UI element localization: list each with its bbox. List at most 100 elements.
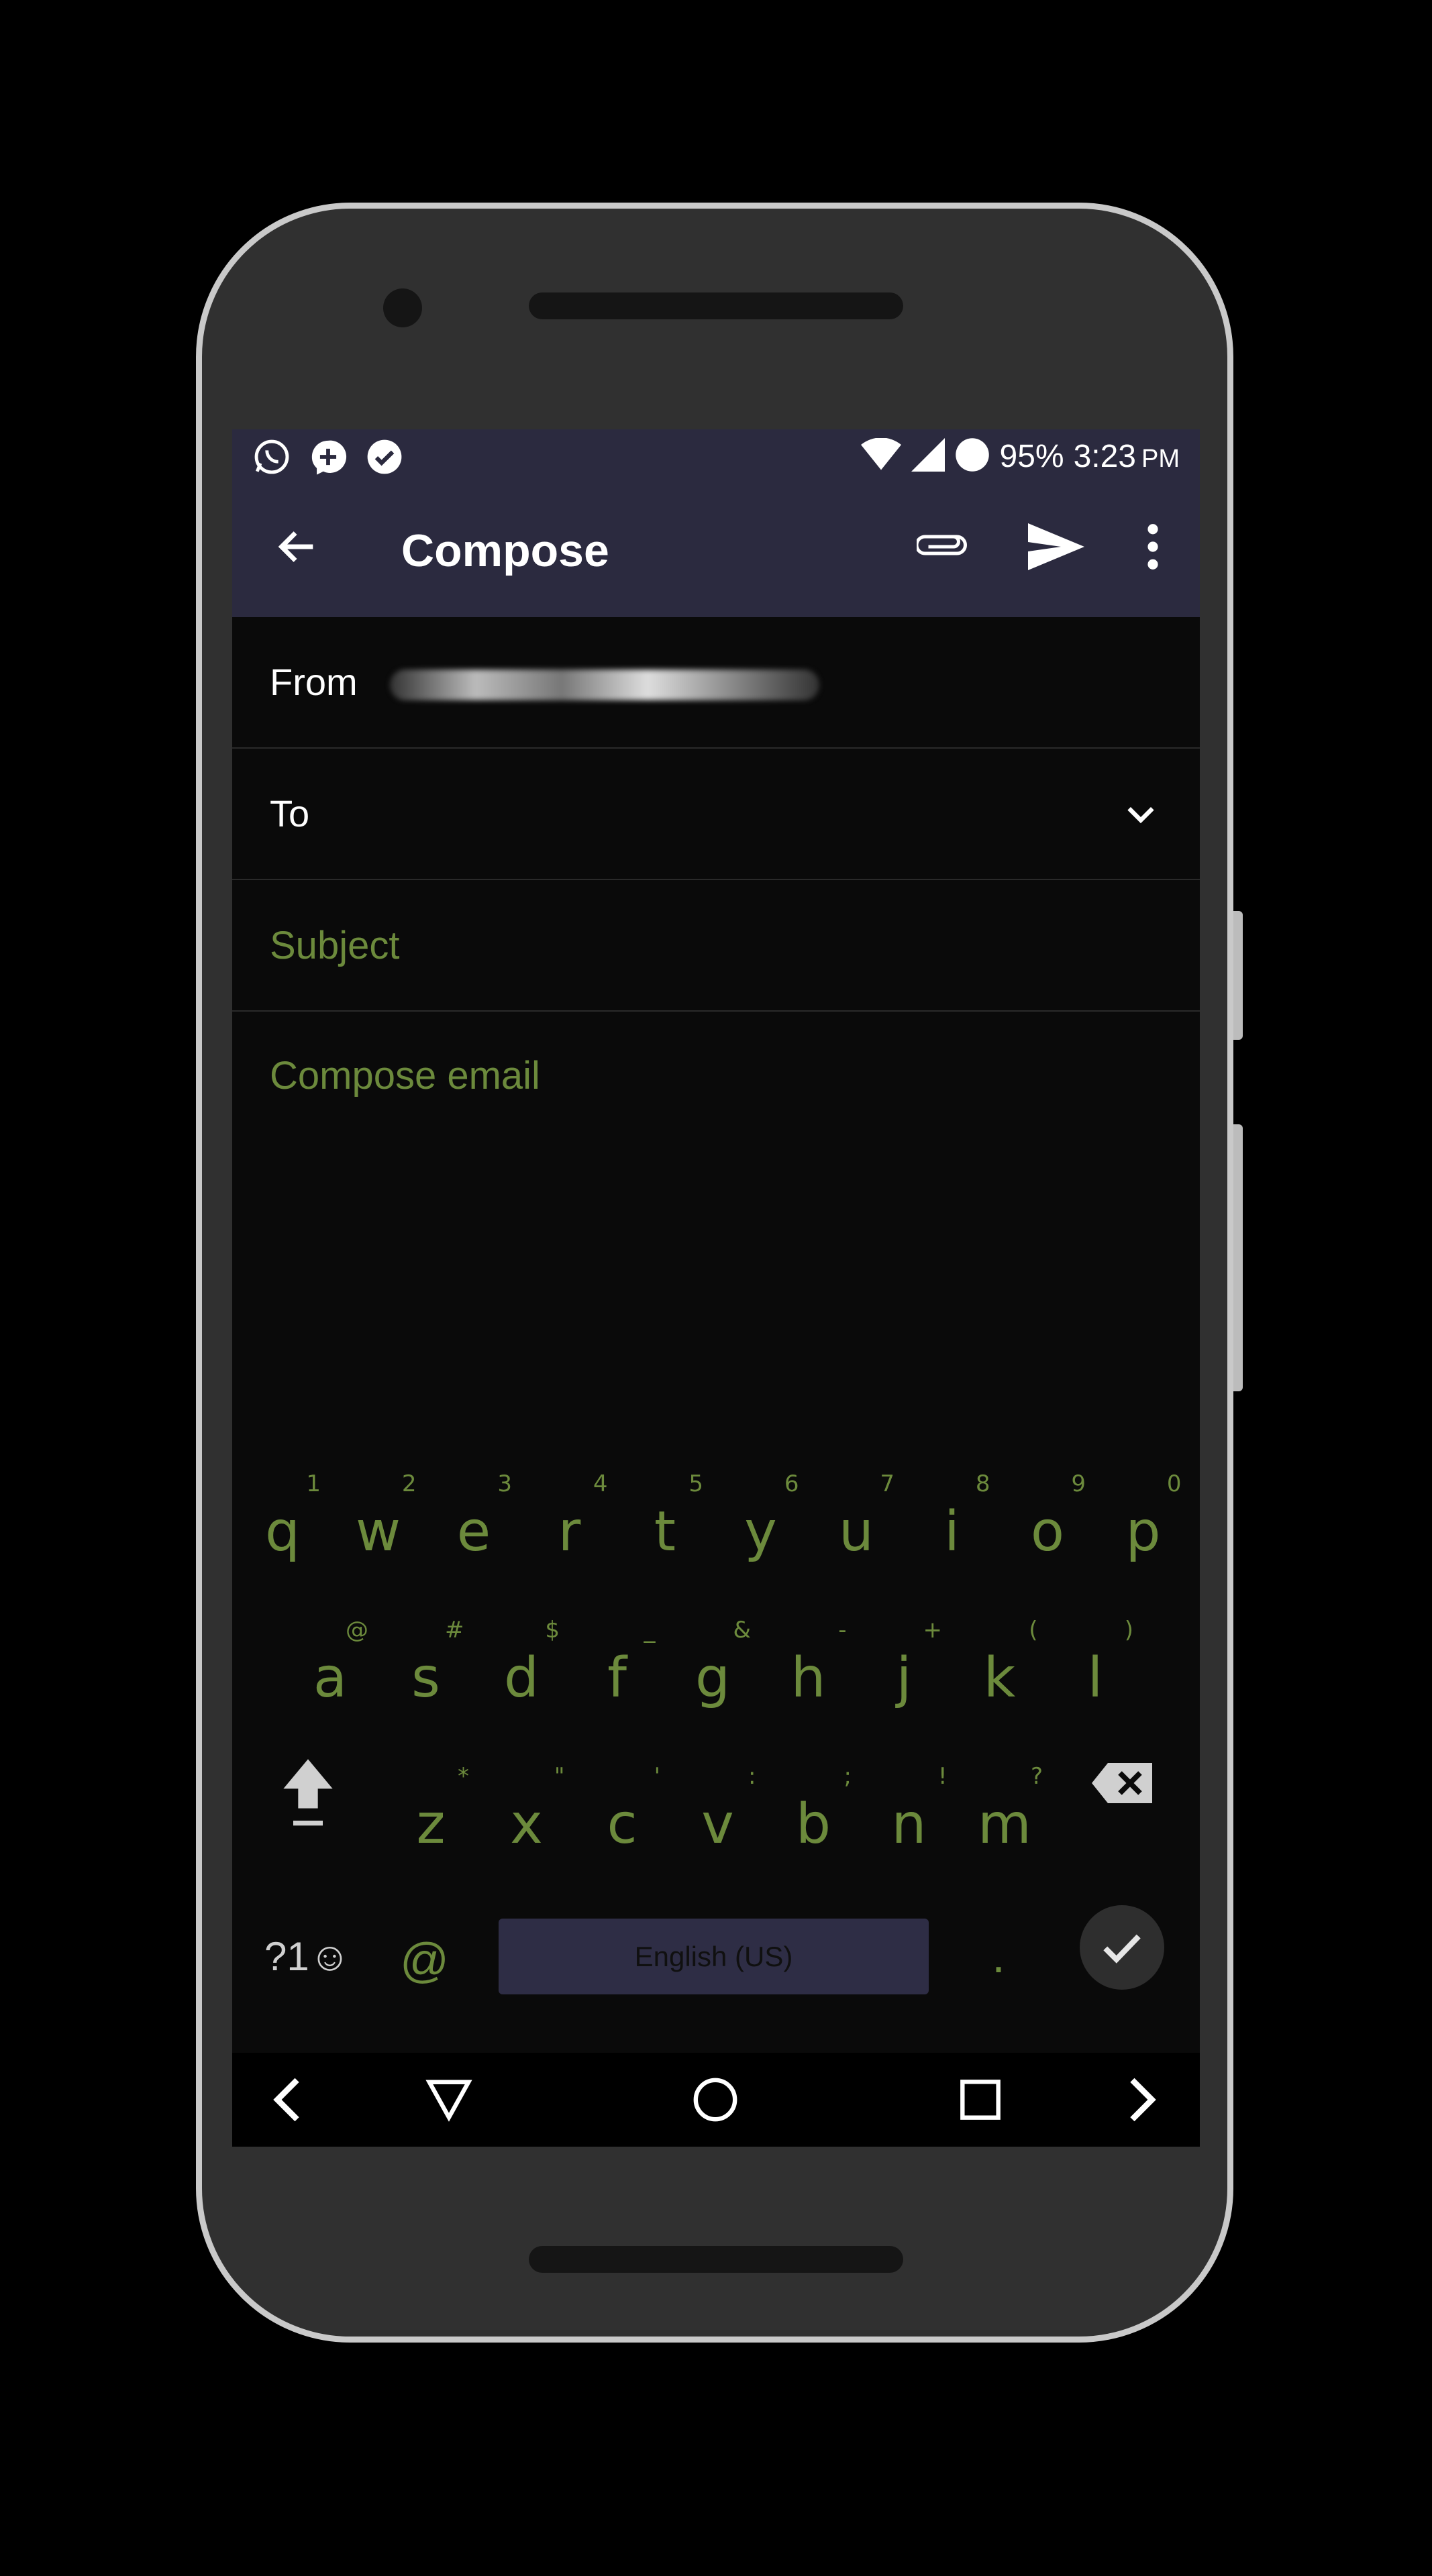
key-p[interactable]: 0p xyxy=(1100,1456,1187,1590)
from-address-redacted xyxy=(390,669,819,700)
key-label: s xyxy=(411,1646,440,1710)
key-d[interactable]: $ d xyxy=(478,1602,565,1736)
chevron-down-icon[interactable] xyxy=(1123,797,1158,832)
cell-signal-icon xyxy=(911,437,945,475)
volume-button xyxy=(1233,1124,1243,1391)
soft-keyboard: 1q2w3e4r5t6y7u8i9o0p @ a # s $ d _ f & g - h + j(k) l … xyxy=(232,1456,1200,2053)
chat-plus-icon xyxy=(309,437,348,476)
key-m[interactable]: ? m xyxy=(961,1748,1048,1882)
cursor-right-button[interactable] xyxy=(1109,2066,1176,2133)
recents-square-icon xyxy=(960,2080,1001,2120)
cursor-left-button[interactable] xyxy=(254,2066,321,2133)
shift-key[interactable] xyxy=(271,1744,345,1838)
symbols-key[interactable]: ?1☺ xyxy=(264,1933,350,1980)
more-options-button[interactable] xyxy=(1116,510,1190,584)
back-triangle-icon xyxy=(425,2080,472,2122)
key-y[interactable]: 6y xyxy=(717,1456,805,1590)
key-label: x xyxy=(510,1792,543,1856)
clock-time: 3:23 xyxy=(1073,438,1136,474)
clock-ampm: PM xyxy=(1141,444,1180,473)
check-circle-icon xyxy=(365,437,404,476)
key-b[interactable]: ; b xyxy=(770,1748,857,1882)
period-key[interactable]: . xyxy=(992,1929,1005,1984)
key-o[interactable]: 9o xyxy=(1004,1456,1091,1590)
key-hint: 2 xyxy=(401,1470,417,1497)
key-label: o xyxy=(1030,1500,1065,1564)
key-u[interactable]: 7u xyxy=(813,1456,900,1590)
key-hint: 0 xyxy=(1166,1470,1182,1497)
key-h[interactable]: -h xyxy=(765,1602,852,1736)
key-label: m xyxy=(978,1792,1031,1856)
key-hint: _ xyxy=(644,1617,656,1644)
key-r[interactable]: 4r xyxy=(526,1456,613,1590)
navigation-bar xyxy=(232,2053,1200,2147)
clock: 3:23 PM xyxy=(1074,438,1180,475)
key-hint: ) xyxy=(1124,1617,1133,1644)
back-button[interactable] xyxy=(260,510,334,584)
to-row[interactable]: To xyxy=(232,749,1200,880)
send-icon xyxy=(1028,523,1084,570)
nav-home-button[interactable] xyxy=(682,2066,749,2133)
key-k[interactable]: (k xyxy=(956,1602,1043,1736)
key-hint: 5 xyxy=(688,1470,703,1497)
at-key[interactable]: @ xyxy=(400,1933,449,1988)
nav-back-button[interactable] xyxy=(415,2066,482,2133)
key-j[interactable]: + j xyxy=(860,1602,948,1736)
attach-icon xyxy=(917,535,967,555)
key-label: y xyxy=(744,1500,777,1564)
key-label: i xyxy=(944,1500,960,1564)
key-hint: @ xyxy=(346,1617,368,1644)
earpiece-speaker xyxy=(529,292,903,319)
key-w[interactable]: 2w xyxy=(335,1456,422,1590)
key-label: z xyxy=(416,1792,446,1856)
from-row[interactable]: From xyxy=(232,617,1200,749)
key-hint: + xyxy=(923,1617,943,1644)
key-hint: ? xyxy=(1030,1763,1043,1790)
key-x[interactable]: " x xyxy=(483,1748,570,1882)
key-i[interactable]: 8i xyxy=(909,1456,996,1590)
key-f[interactable]: _ f xyxy=(574,1602,661,1736)
subject-field[interactable]: Subject xyxy=(232,880,1200,1012)
key-hint: 6 xyxy=(784,1470,799,1497)
key-label: w xyxy=(355,1500,401,1564)
attach-button[interactable] xyxy=(907,510,980,584)
nav-recents-button[interactable] xyxy=(947,2066,1014,2133)
key-label: f xyxy=(607,1646,627,1710)
key-label: k xyxy=(983,1646,1016,1710)
backspace-key[interactable] xyxy=(1088,1750,1156,1817)
key-a[interactable]: @ a xyxy=(287,1602,374,1736)
battery-icon xyxy=(954,437,990,476)
key-label: j xyxy=(896,1646,912,1710)
to-label: To xyxy=(270,792,310,835)
compose-body-placeholder[interactable]: Compose email xyxy=(270,1053,540,1098)
key-label: h xyxy=(790,1646,826,1710)
enter-key[interactable] xyxy=(1080,1905,1164,1990)
space-bar[interactable]: English (US) xyxy=(499,1919,929,1994)
key-hint: 7 xyxy=(880,1470,894,1497)
page-title: Compose xyxy=(401,525,609,576)
key-t[interactable]: 5t xyxy=(621,1456,709,1590)
key-l[interactable]: ) l xyxy=(1052,1602,1139,1736)
key-z[interactable]: * z xyxy=(387,1748,474,1882)
key-hint: ; xyxy=(843,1763,852,1790)
backspace-icon xyxy=(1092,1763,1152,1803)
power-button xyxy=(1233,911,1243,1040)
key-v[interactable]: :v xyxy=(674,1748,762,1882)
key-c[interactable]: ' c xyxy=(578,1748,666,1882)
send-button[interactable] xyxy=(1019,510,1093,584)
key-hint: - xyxy=(838,1617,847,1644)
key-label: b xyxy=(795,1792,831,1856)
key-hint: * xyxy=(458,1763,469,1790)
key-hint: # xyxy=(445,1617,464,1644)
key-s[interactable]: # s xyxy=(382,1602,470,1736)
key-n[interactable]: ! n xyxy=(866,1748,953,1882)
key-label: e xyxy=(456,1500,491,1564)
key-label: d xyxy=(503,1646,540,1710)
key-g[interactable]: & g xyxy=(669,1602,756,1736)
key-q[interactable]: 1q xyxy=(239,1456,326,1590)
key-e[interactable]: 3e xyxy=(430,1456,517,1590)
key-hint: 3 xyxy=(497,1470,512,1497)
checkmark-icon xyxy=(1103,1934,1141,1964)
key-hint: ' xyxy=(654,1763,660,1790)
key-label: g xyxy=(695,1646,731,1710)
